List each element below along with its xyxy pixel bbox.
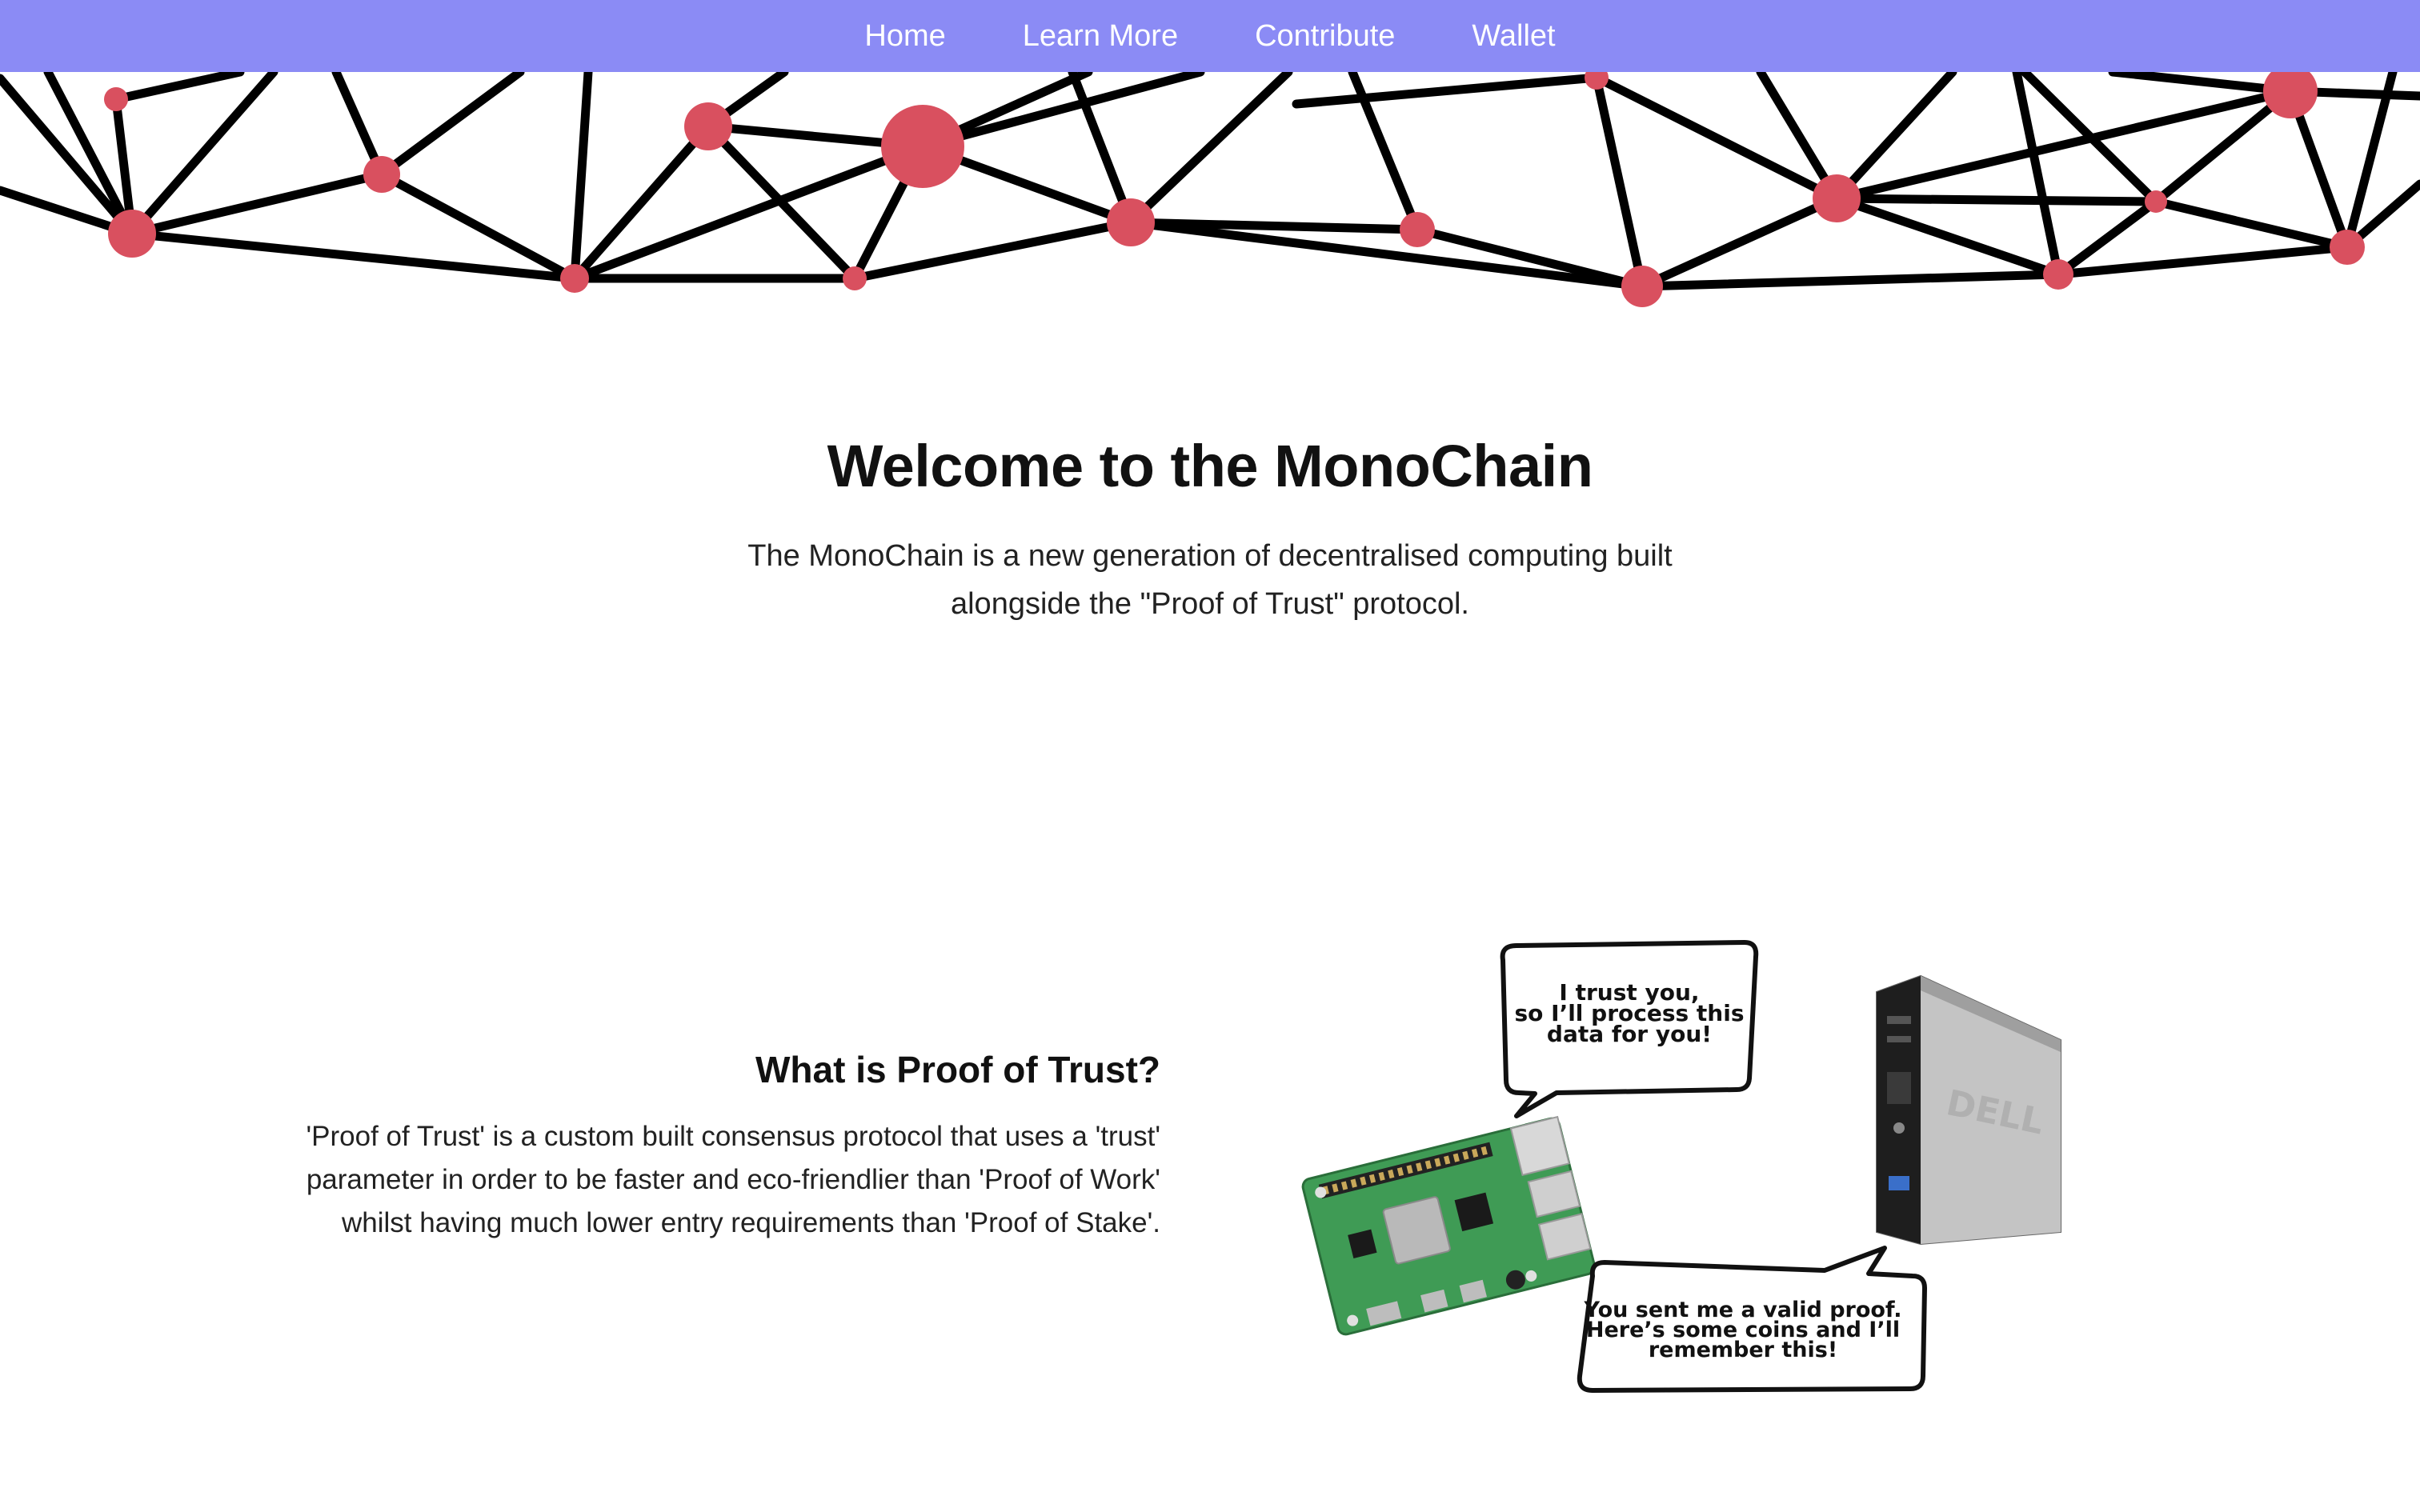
speech-bubble-bottom: You sent me a valid proof. Here’s some c… <box>1577 1246 1927 1393</box>
network-node <box>2263 64 2318 118</box>
nav-link-learn-more[interactable]: Learn More <box>1023 19 1178 54</box>
nav-link-home[interactable]: Home <box>864 19 945 54</box>
page-title: Welcome to the MonoChain <box>827 433 1593 499</box>
nav-link-wallet[interactable]: Wallet <box>1472 19 1555 54</box>
proof-of-trust-description: 'Proof of Trust' is a custom built conse… <box>306 1121 1161 1238</box>
network-node <box>2145 190 2167 213</box>
network-edges <box>0 67 2420 291</box>
network-node <box>104 87 128 111</box>
network-node <box>108 210 156 258</box>
nav-link-contribute[interactable]: Contribute <box>1255 19 1395 54</box>
network-node <box>2043 259 2073 290</box>
network-node <box>1813 174 1861 222</box>
raspberry-pi-icon <box>1301 1115 1596 1336</box>
network-node <box>2330 230 2365 265</box>
desktop-tower-icon: DELL <box>1876 974 2061 1246</box>
network-node <box>1621 266 1663 307</box>
nav-links: Home Learn More Contribute Wallet <box>864 19 1555 54</box>
network-node <box>1400 212 1435 247</box>
hero-section: Welcome to the MonoChain The MonoChain i… <box>0 432 2420 628</box>
hero-description: The MonoChain is a new generation of dec… <box>747 539 1673 621</box>
proof-of-trust-section: What is Proof of Trust? 'Proof of Trust'… <box>304 1048 1161 1245</box>
top-nav-bar: Home Learn More Contribute Wallet <box>0 0 2420 72</box>
proof-of-trust-illustration: I trust you, so I’ll process this data f… <box>1301 940 2061 1393</box>
network-node <box>843 266 867 290</box>
bubble-bottom-line-3: remember this! <box>1649 1338 1837 1362</box>
network-node <box>881 105 964 188</box>
network-node <box>560 264 589 293</box>
bubble-top-line-3: data for you! <box>1547 1021 1712 1047</box>
network-node <box>363 156 400 193</box>
speech-bubble-top: I trust you, so I’ll process this data f… <box>1500 940 1759 1118</box>
proof-of-trust-heading: What is Proof of Trust? <box>755 1049 1160 1090</box>
network-node <box>684 102 732 150</box>
network-node <box>1107 198 1155 246</box>
